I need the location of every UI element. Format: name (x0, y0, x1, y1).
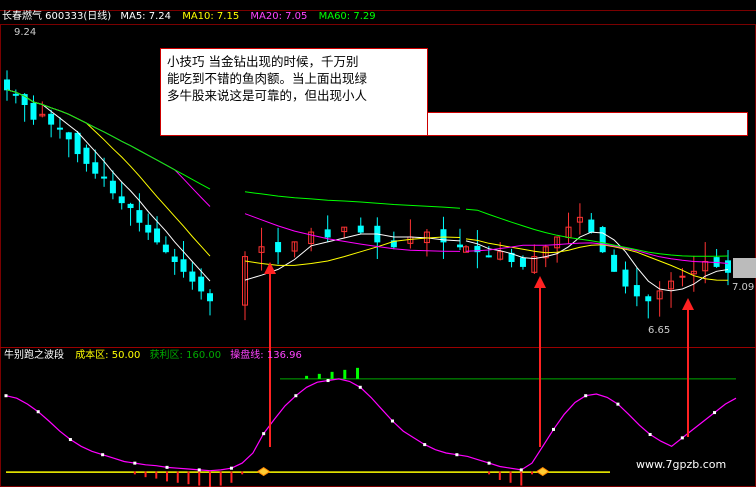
trade-line-label: 操盘线: 136.96 (230, 350, 302, 361)
ma60-label: MA60: 7.29 (318, 11, 376, 22)
high-price-mark: 9.24 (14, 27, 37, 38)
candle-body (725, 260, 731, 273)
tip-note-tail (428, 112, 748, 136)
candle-body (611, 254, 618, 272)
trade-line-point (4, 394, 8, 398)
chart-header: 长春燃气 600333(日线) MA5: 7.24 MA10: 7.15 MA2… (2, 11, 376, 23)
profit-histogram-bar (343, 369, 347, 379)
trade-line-point (648, 432, 652, 436)
candle-body (588, 219, 595, 233)
gold-diamond-signal (256, 466, 271, 477)
trade-line-point (165, 465, 169, 469)
candle-body (154, 228, 161, 243)
trade-line-point (101, 453, 105, 457)
candle-body (145, 224, 152, 233)
tip-line-3: 多牛股来说这是可靠的，但出现小人 (167, 88, 368, 103)
candle-body (118, 196, 125, 204)
tip-line-2: 能吃到不错的鱼肉额。当上面出现绿 (167, 71, 368, 86)
gold-diamond-signal (535, 466, 550, 477)
ma60-line (244, 191, 461, 209)
last-price-mark: 7.09 (732, 282, 755, 293)
candle-body (275, 242, 282, 253)
candle-body (622, 269, 629, 287)
watermark: www.7gpzb.com (636, 458, 727, 471)
indicator-header: 牛别跑之波段 成本区: 50.00 获利区: 160.00 操盘线: 136.9… (4, 350, 302, 362)
trade-line-point (487, 461, 491, 465)
signal-arrows (264, 262, 694, 447)
tip-line-1: 小技巧 当金钻出现的时候，千万别 (167, 54, 359, 69)
tip-note: 小技巧 当金钻出现的时候，千万别 能吃到不错的鱼肉额。当上面出现绿 多牛股来说这… (160, 48, 428, 136)
trade-line-point (358, 385, 362, 389)
candle-body (83, 147, 90, 164)
trade-line (5, 378, 737, 472)
last-price-box (733, 258, 756, 278)
stock-title: 长春燃气 600333(日线) (2, 11, 112, 22)
trade-line-point (133, 461, 137, 465)
indicator-panel (4, 367, 737, 487)
candle-body (30, 102, 37, 120)
trade-line-point (229, 466, 233, 470)
candle-body (56, 127, 63, 130)
ma20-label: MA20: 7.05 (250, 11, 308, 22)
chart-stage: 长春燃气 600333(日线) MA5: 7.24 MA10: 7.15 MA2… (0, 0, 756, 487)
candle-body (485, 255, 492, 258)
trade-line-point (423, 443, 427, 447)
profit-histogram-bar (317, 373, 321, 379)
candle-body (189, 271, 196, 282)
candle-body (127, 203, 134, 209)
trade-line-point (36, 410, 40, 414)
candle-body (457, 244, 463, 248)
candle-body (171, 256, 178, 263)
candle-body (679, 275, 686, 278)
candle-body (109, 180, 116, 194)
trade-line-point (584, 394, 588, 398)
trade-line-point (519, 468, 523, 472)
candle-body (92, 162, 99, 174)
profit-zone-label: 获利区: 160.00 (149, 350, 222, 361)
trade-line-point (616, 402, 620, 406)
trade-line-point (326, 379, 330, 383)
candle-body (645, 296, 652, 302)
trade-line-point (680, 436, 684, 440)
candle-body (357, 225, 364, 233)
profit-histogram-bar (356, 367, 360, 379)
candle-body (162, 244, 169, 253)
candle-body (519, 257, 526, 267)
indicator-name: 牛别跑之波段 (4, 350, 64, 361)
ma5-line (244, 233, 461, 281)
ma10-label: MA10: 7.15 (182, 11, 240, 22)
ma10-line (465, 238, 729, 281)
candle-body (180, 259, 187, 272)
candle-body (599, 227, 606, 253)
trade-line-point (294, 394, 298, 398)
candle-body (65, 132, 72, 140)
candle-body (136, 210, 143, 223)
candle-body (4, 79, 10, 91)
trade-line-point (262, 432, 266, 436)
trade-line-point (68, 438, 72, 442)
signal-arrow-head (534, 276, 546, 288)
candle-body (48, 113, 55, 125)
profit-histogram-bar (330, 371, 334, 379)
candle-body (324, 229, 331, 238)
low-price-mark: 6.65 (648, 325, 671, 336)
trade-line-point (552, 427, 555, 431)
profit-histogram-bar (305, 375, 309, 379)
candle-body (74, 132, 81, 155)
ma5-label: MA5: 7.24 (120, 11, 171, 22)
trade-line-point (713, 411, 717, 415)
trade-line-point (197, 468, 201, 472)
candle-body (633, 285, 640, 297)
candle-body (101, 176, 108, 179)
candle-body (198, 276, 205, 292)
candle-body (207, 293, 213, 302)
trade-line-point (455, 453, 459, 457)
candle-body (12, 93, 19, 96)
signal-arrow-head (682, 298, 694, 310)
cost-zone-label: 成本区: 50.00 (75, 350, 141, 361)
trade-line-point (390, 419, 394, 423)
ma5-line (465, 231, 729, 292)
